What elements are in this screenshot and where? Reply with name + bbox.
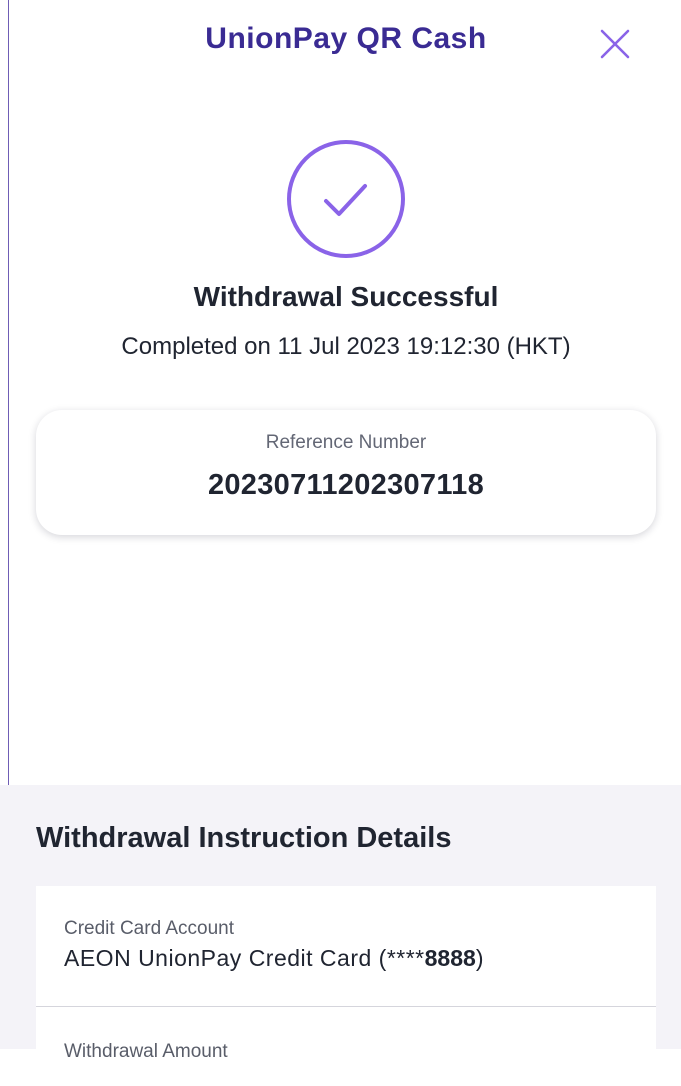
credit-card-account-row: Credit Card Account AEON UnionPay Credit… — [36, 886, 656, 1007]
reference-number-value: 20230711202307118 — [207, 469, 485, 501]
withdrawal-amount-label: Withdrawal Amount — [64, 1041, 228, 1062]
withdrawal-amount-row: Withdrawal Amount — [36, 1007, 656, 1067]
check-circle-icon — [287, 140, 405, 258]
card-name-suffix: ) — [475, 945, 484, 971]
withdrawal-details-section: Withdrawal Instruction Details Credit Ca… — [0, 785, 681, 1086]
close-icon — [600, 29, 630, 59]
page-title: UnionPay QR Cash — [205, 22, 487, 55]
credit-card-account-value: AEON UnionPay Credit Card (****8888) — [64, 945, 483, 972]
details-title: Withdrawal Instruction Details — [36, 822, 452, 854]
reference-number-card: Reference Number 20230711202307118 — [36, 410, 656, 535]
status-title: Withdrawal Successful — [193, 281, 499, 312]
credit-card-account-label: Credit Card Account — [64, 918, 235, 939]
details-card: Credit Card Account AEON UnionPay Credit… — [36, 886, 656, 1086]
card-name-prefix: AEON UnionPay Credit Card (**** — [64, 945, 425, 971]
completion-timestamp: Completed on 11 Jul 2023 19:12:30 (HKT) — [121, 333, 571, 360]
card-last-digits: 8888 — [424, 945, 476, 971]
header: UnionPay QR Cash — [0, 0, 681, 90]
reference-number-label: Reference Number — [265, 432, 427, 453]
success-indicator — [286, 139, 406, 259]
close-button[interactable] — [592, 24, 638, 64]
